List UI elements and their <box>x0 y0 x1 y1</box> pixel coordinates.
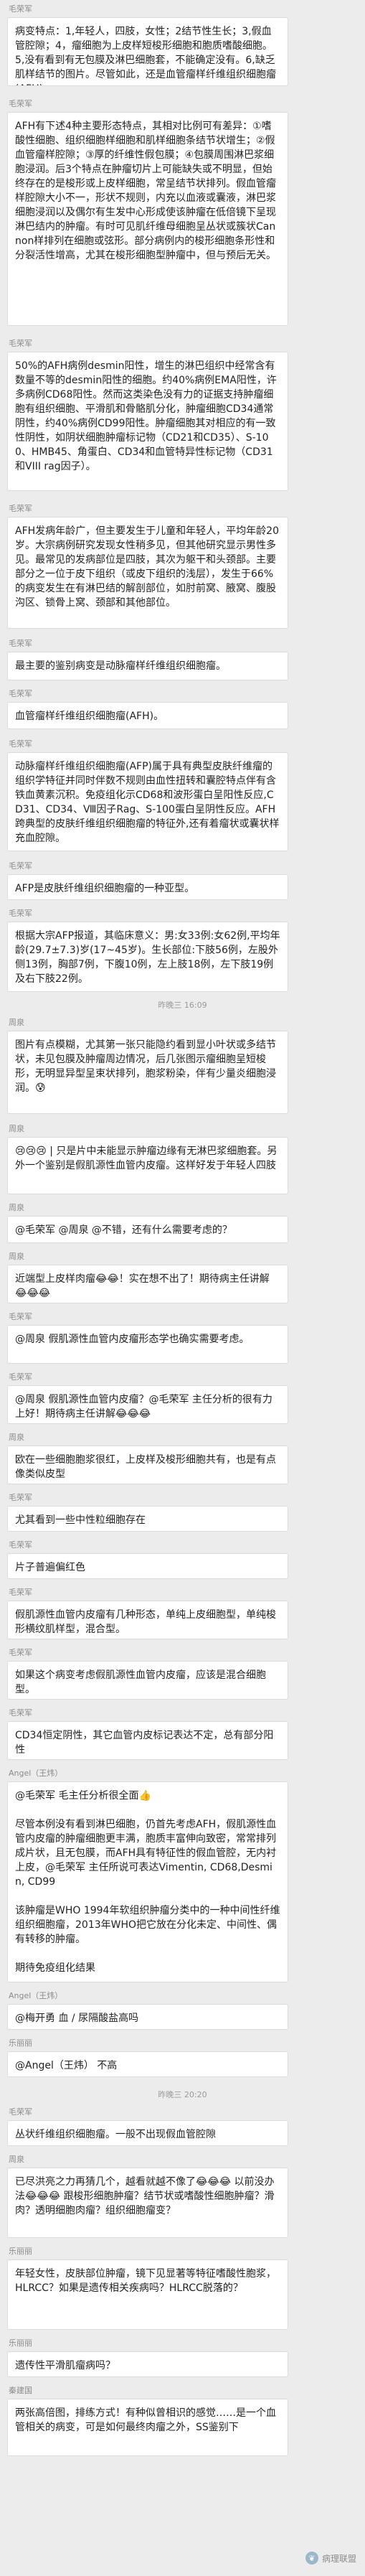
watermark: ❦ 病理联盟 <box>305 2550 356 2566</box>
chat-message: 秦建国 两张高倍图，排练方式！有种似曾相识的感觉……是一个血管相关的病变，可是如… <box>0 2386 365 2458</box>
message-bubble[interactable]: 遗传性平滑肌瘤病吗？ <box>7 2351 288 2377</box>
message-bubble[interactable]: 丛状纤维组织细胞瘤。一般不出现假血管腔隙 <box>7 2120 288 2146</box>
message-bubble[interactable]: @梅开勇 血 / 尿隔酸盐高吗 <box>7 2004 288 2030</box>
chat-message: 毛荣军 CD34恒定阴性，其它血管内皮标记表达不定，总有部分阳性 <box>0 1708 365 1761</box>
chat-message: 周泉 图片有点模糊，尤其第一张只能隐约看到显小叶状或多结节状，未见包膜及肿瘤周边… <box>0 1018 365 1115</box>
sender-name: 乐丽丽 <box>9 2038 32 2048</box>
chat-message: Angel（王炜） @毛荣军 毛主任分析很全面👍 尽管本例没有看到淋巴细胞，仍首… <box>0 1769 365 1984</box>
sender-name: 毛荣军 <box>9 1372 32 1382</box>
sender-name: 毛荣军 <box>9 99 32 108</box>
message-bubble[interactable]: 如果这个病变考虑假肌源性血管内皮瘤，应该是混合细胞型。 <box>7 1661 288 1700</box>
leaf-icon: ❦ <box>305 2552 318 2565</box>
sender-name: 周泉 <box>9 1433 24 1442</box>
message-bubble[interactable]: 根据大宗AFP报道，其临床意义：男:女33例:女62例,平均年龄(29.7±7.… <box>7 922 288 992</box>
sender-name: 毛荣军 <box>9 739 32 749</box>
chat-message: 周泉 😢😢😢 | 只是片中未能显示肿瘤边缘有无淋巴浆细胞套。另外一个鉴别是假肌源… <box>0 1124 365 1196</box>
message-bubble[interactable]: @Angel（王炜） 不高 <box>7 2051 288 2077</box>
sender-name: 乐丽丽 <box>9 2338 32 2348</box>
sender-name: 毛荣军 <box>9 689 32 698</box>
chat-message: 毛荣军 AFH有下述4种主要形态特点，其相对比例可有差异：①嗜酸性细胞、组织细胞… <box>0 99 365 327</box>
chat-message: 毛荣军 假肌源性血管内皮瘤有几种形态，单纯上皮细胞型，单纯梭形横纹肌样型，混合型… <box>0 1588 365 1641</box>
watermark-text: 病理联盟 <box>321 2553 356 2564</box>
chat-message: 毛荣军 AFP是皮肤纤维组织细胞瘤的一种亚型。 <box>0 861 365 901</box>
chat-message: 毛荣军 如果这个病变考虑假肌源性血管内皮瘤，应该是混合细胞型。 <box>0 1648 365 1701</box>
message-bubble[interactable]: 假肌源性血管内皮瘤有几种形态，单纯上皮细胞型，单纯梭形横纹肌样型，混合型。 <box>7 1601 288 1639</box>
timestamp-divider: 昨晚三 16:09 <box>158 1001 207 1010</box>
chat-message: 毛荣军 病变特点：1,年轻人，四肢，女性；2结节性生长；3,假血管腔隙；4，瘤细… <box>0 4 365 88</box>
sender-name: 毛荣军 <box>9 1588 32 1597</box>
chat-message: 毛荣军 尤其看到一些中性粒细胞存在 <box>0 1493 365 1533</box>
chat-message: 乐丽丽 年轻女性，皮肤部位肿瘤，镜下见显著等特征嗜酸性胞浆，HLRCC？如果是遗… <box>0 2247 365 2331</box>
sender-name: Angel（王炜） <box>9 1769 63 1778</box>
chat-message: 毛荣军 @周泉 假肌源性血管内皮瘤？@毛荣军 主任分析的很有力上好！期待病主任讲… <box>0 1372 365 1425</box>
message-bubble[interactable]: 年轻女性，皮肤部位肿瘤，镜下见显著等特征嗜酸性胞浆，HLRCC？如果是遗传相关疾… <box>7 2259 288 2330</box>
message-bubble[interactable]: 动脉瘤样纤维组织细胞瘤(AFP)属于具有典型皮肤纤维瘤的组织学特征并同时伴数不规… <box>7 752 288 851</box>
sender-name: 毛荣军 <box>9 1648 32 1657</box>
chat-message: 周泉 近端型上皮样肉瘤😂😂！实在想不出了！期待病主任讲解😂😂😂 <box>0 1252 365 1305</box>
chat-message: 毛荣军 最主要的鉴别病变是动脉瘤样纤维组织细胞瘤。 <box>0 639 365 682</box>
message-bubble[interactable]: AFH有下述4种主要形态特点，其相对比例可有差异：①嗜酸性细胞、组织细胞样细胞和… <box>7 112 288 326</box>
chat-message: 毛荣军 动脉瘤样纤维组织细胞瘤(AFP)属于具有典型皮肤纤维瘤的组织学特征并同时… <box>0 739 365 853</box>
chat-message: 毛荣军 50%的AFH病例desmin阳性，增生的淋巴组织中经常含有数量不等的d… <box>0 339 365 492</box>
chat-message: Angel（王炜） @梅开勇 血 / 尿隔酸盐高吗 <box>0 1991 365 2031</box>
chat-message: 毛荣军 AFH发病年龄广，但主要发生于儿童和年轻人，平均年龄20岁。大宗病例研究… <box>0 504 365 630</box>
message-bubble[interactable]: 两张高倍图，排练方式！有种似曾相识的感觉……是一个血管相关的病变，可是如何最终肉… <box>7 2399 288 2456</box>
chat-message: 周泉 已尽洪亮之力再猜几个，越看就越不像了😂😂😂 以前没办法😂😂😂 跟梭形细胞肿… <box>0 2155 365 2239</box>
message-bubble[interactable]: 最主要的鉴别病变是动脉瘤样纤维组织细胞瘤。 <box>7 652 288 680</box>
sender-name: 毛荣军 <box>9 1708 32 1718</box>
sender-name: 毛荣军 <box>9 909 32 918</box>
message-bubble[interactable]: CD34恒定阴性，其它血管内皮标记表达不定，总有部分阳性 <box>7 1721 288 1760</box>
message-bubble[interactable]: 近端型上皮样肉瘤😂😂！实在想不出了！期待病主任讲解😂😂😂 <box>7 1265 288 1303</box>
sender-name: 周泉 <box>9 2155 24 2164</box>
sender-name: 毛荣军 <box>9 504 32 513</box>
chat-message: 周泉 欧在一些细胞胞浆很红，上皮样及梭形细胞共有，也是有点像类似皮型 <box>0 1433 365 1486</box>
message-bubble[interactable]: 尤其看到一些中性粒细胞存在 <box>7 1506 288 1532</box>
message-bubble[interactable]: 已尽洪亮之力再猜几个，越看就越不像了😂😂😂 以前没办法😂😂😂 跟梭形细胞肿瘤？结… <box>7 2168 288 2238</box>
sender-name: 毛荣军 <box>9 861 32 871</box>
message-bubble[interactable]: 病变特点：1,年轻人，四肢，女性；2结节性生长；3,假血管腔隙；4，瘤细胞为上皮… <box>7 17 288 86</box>
sender-name: 毛荣军 <box>9 1540 32 1550</box>
sender-name: 毛荣军 <box>9 639 32 648</box>
message-bubble[interactable]: AFP是皮肤纤维组织细胞瘤的一种亚型。 <box>7 874 288 900</box>
message-bubble[interactable]: 50%的AFH病例desmin阳性，增生的淋巴组织中经常含有数量不等的desmi… <box>7 352 288 491</box>
sender-name: 乐丽丽 <box>9 2247 32 2256</box>
chat-message: 乐丽丽 @Angel（王炜） 不高 <box>0 2038 365 2079</box>
sender-name: 毛荣军 <box>9 339 32 348</box>
sender-name: 周泉 <box>9 1124 24 1133</box>
sender-name: 毛荣军 <box>9 2107 32 2117</box>
sender-name: 周泉 <box>9 1203 24 1212</box>
chat-transcript: 毛荣军 病变特点：1,年轻人，四肢，女性；2结节性生长；3,假血管腔隙；4，瘤细… <box>0 0 365 2576</box>
message-bubble[interactable]: @毛荣军 毛主任分析很全面👍 尽管本例没有看到淋巴细胞，仍首先考虑AFH，假肌源… <box>7 1781 288 1982</box>
message-bubble[interactable]: @毛荣军 @周泉 @不错，还有什么需要考虑的？ <box>7 1216 288 1243</box>
message-bubble[interactable]: 图片有点模糊，尤其第一张只能隐约看到显小叶状或多结节状，未见包膜及肿瘤周边情况，… <box>7 1031 288 1114</box>
message-bubble[interactable]: 片子普遍偏红色 <box>7 1553 288 1579</box>
chat-message: 毛荣军 丛状纤维组织细胞瘤。一般不出现假血管腔隙 <box>0 2107 365 2148</box>
message-bubble[interactable]: AFH发病年龄广，但主要发生于儿童和年轻人，平均年龄20岁。大宗病例研究发现女性… <box>7 517 288 629</box>
chat-message: 毛荣军 血管瘤样纤维组织细胞瘤(AFH)。 <box>0 689 365 731</box>
chat-message: 毛荣军 片子普遍偏红色 <box>0 1540 365 1580</box>
sender-name: 毛荣军 <box>9 1312 32 1321</box>
message-bubble[interactable]: 血管瘤样纤维组织细胞瘤(AFH)。 <box>7 702 288 729</box>
sender-name: 周泉 <box>9 1252 24 1261</box>
chat-message: 毛荣军 @周泉 假肌源性血管内皮瘤形态学也确实需要考虑。 <box>0 1312 365 1365</box>
sender-name: 周泉 <box>9 1018 24 1027</box>
sender-name: Angel（王炜） <box>9 1991 63 2000</box>
chat-message: 乐丽丽 遗传性平滑肌瘤病吗？ <box>0 2338 365 2379</box>
chat-message: 周泉 @毛荣军 @周泉 @不错，还有什么需要考虑的？ <box>0 1203 365 1245</box>
chat-message: 毛荣军 根据大宗AFP报道，其临床意义：男:女33例:女62例,平均年龄(29.… <box>0 909 365 993</box>
message-bubble[interactable]: 😢😢😢 | 只是片中未能显示肿瘤边缘有无淋巴浆细胞套。另外一个鉴别是假肌源性血管… <box>7 1137 288 1194</box>
message-bubble[interactable]: 欧在一些细胞胞浆很红，上皮样及梭形细胞共有，也是有点像类似皮型 <box>7 1446 288 1484</box>
sender-name: 毛荣军 <box>9 4 32 14</box>
sender-name: 毛荣军 <box>9 1493 32 1502</box>
message-bubble[interactable]: @周泉 假肌源性血管内皮瘤？@毛荣军 主任分析的很有力上好！期待病主任讲解😂😂😂 <box>7 1385 288 1424</box>
sender-name: 秦建国 <box>9 2386 32 2395</box>
message-bubble[interactable]: @周泉 假肌源性血管内皮瘤形态学也确实需要考虑。 <box>7 1325 288 1364</box>
timestamp-divider: 昨晚三 20:20 <box>158 2090 207 2099</box>
